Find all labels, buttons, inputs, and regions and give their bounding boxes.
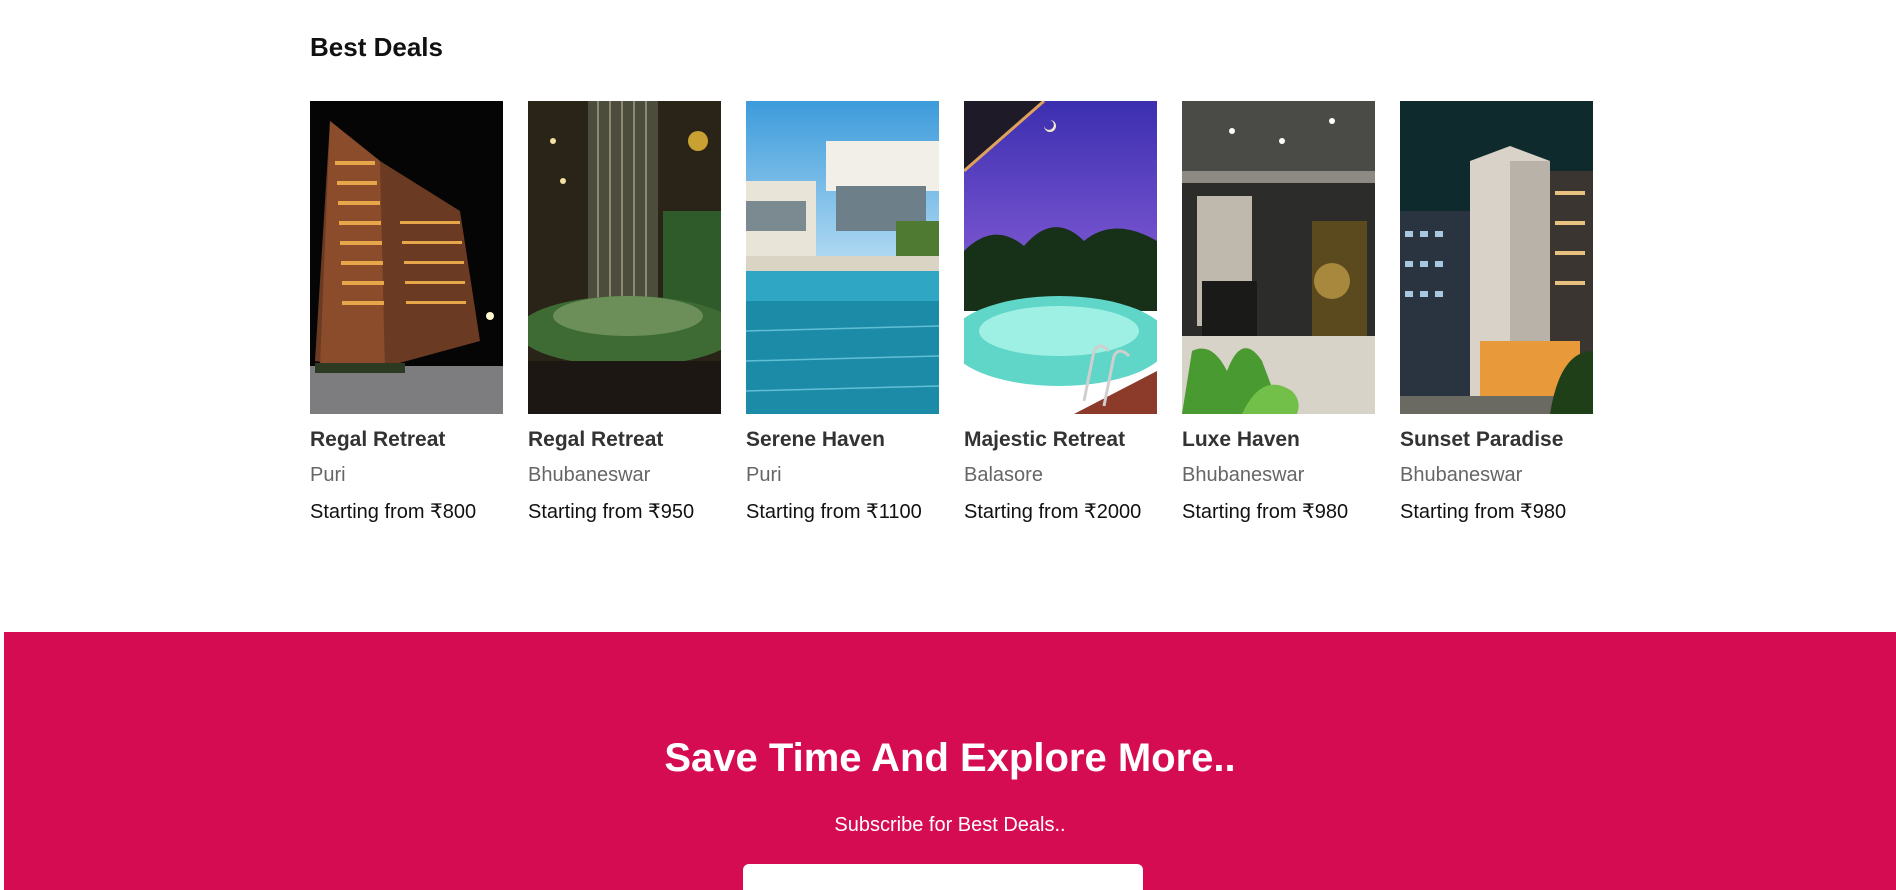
hotel-card[interactable]: Regal Retreat Bhubaneswar Starting from … [528, 101, 721, 524]
subscribe-email-input[interactable] [743, 864, 1143, 890]
hotel-name[interactable]: Luxe Haven [1182, 428, 1375, 452]
hotel-photo[interactable] [1182, 101, 1375, 414]
hotel-photo[interactable] [746, 101, 939, 414]
hotel-city: Puri [746, 464, 782, 486]
hotel-price: Starting from ₹1100 [746, 501, 922, 523]
hotel-city: Bhubaneswar [1400, 464, 1523, 486]
hotel-name[interactable]: Regal Retreat [528, 428, 721, 452]
hotel-card[interactable]: Majestic Retreat Balasore Starting from … [964, 101, 1157, 524]
hotel-card[interactable]: Regal Retreat Puri Starting from ₹800 [310, 101, 503, 524]
hotel-card[interactable]: Luxe Haven Bhubaneswar Starting from ₹98… [1182, 101, 1375, 524]
best-deals-heading: Best Deals [310, 32, 443, 62]
hotel-price: Starting from ₹980 [1182, 501, 1349, 523]
subscribe-banner: Save Time And Explore More.. Subscribe f… [4, 632, 1896, 890]
hotel-price: Starting from ₹2000 [964, 501, 1142, 523]
hotel-name[interactable]: Majestic Retreat [964, 428, 1157, 452]
hotel-card[interactable]: Serene Haven Puri Starting from ₹1100 [746, 101, 939, 524]
page: Best Deals Regal Retreat Puri Starting f… [0, 0, 1896, 890]
hotel-city: Balasore [964, 464, 1043, 486]
hotel-price: Starting from ₹950 [528, 501, 695, 523]
subscribe-subtitle: Subscribe for Best Deals.. [834, 814, 1066, 836]
hotel-name[interactable]: Serene Haven [746, 428, 939, 452]
hotel-card[interactable]: Sunset Paradise Bhubaneswar Starting fro… [1400, 101, 1593, 524]
hotel-photo[interactable] [964, 101, 1157, 414]
hotel-photo[interactable] [1400, 101, 1593, 414]
hotel-city: Bhubaneswar [1182, 464, 1305, 486]
hotel-city: Bhubaneswar [528, 464, 651, 486]
hotel-price: Starting from ₹800 [310, 501, 477, 523]
hotel-price: Starting from ₹980 [1400, 501, 1567, 523]
hotel-name[interactable]: Regal Retreat [310, 428, 503, 452]
hotel-photo[interactable] [310, 101, 503, 414]
deals-card-list: Regal Retreat Puri Starting from ₹800 Re… [310, 101, 1593, 524]
hotel-city: Puri [310, 464, 346, 486]
hotel-name[interactable]: Sunset Paradise [1400, 428, 1593, 452]
hotel-photo[interactable] [528, 101, 721, 414]
subscribe-title: Save Time And Explore More.. [664, 736, 1236, 780]
